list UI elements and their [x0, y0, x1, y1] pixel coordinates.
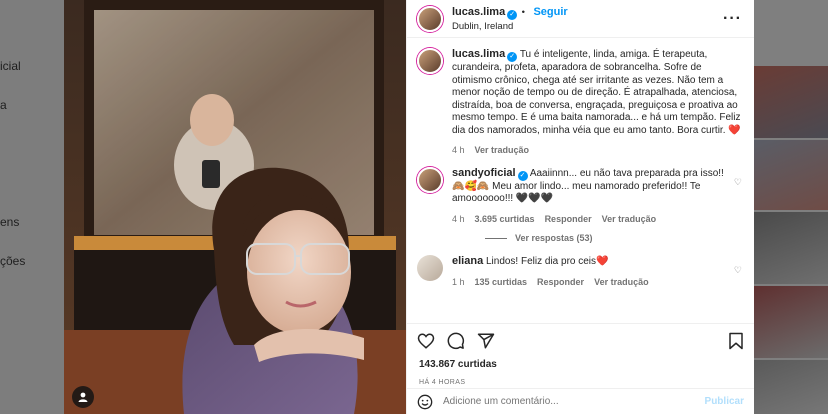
background-thumbnail [754, 140, 828, 210]
post-timestamp: HÁ 4 HORAS [419, 379, 466, 386]
user-icon [78, 392, 88, 402]
comment-item: sandyoficial ✓ Aaaiinnn... eu não tava pr… [417, 166, 742, 226]
comment-age[interactable]: 1 h [452, 276, 465, 289]
verified-badge-icon: ✓ [517, 170, 528, 181]
heart-icon[interactable] [417, 332, 435, 350]
background-nav-fragment: a [0, 98, 7, 112]
caption-username[interactable]: lucas.lima [452, 48, 505, 60]
verified-badge-icon: ✓ [507, 52, 518, 62]
post-photo[interactable] [64, 0, 406, 414]
post-actions-bar [407, 323, 754, 358]
background-thumbnail [754, 212, 828, 284]
author-avatar[interactable] [417, 5, 443, 32]
background-nav-fragment: ens [0, 215, 20, 229]
follow-button[interactable]: Seguir [533, 6, 567, 18]
translate-link[interactable]: Ver tradução [602, 213, 657, 226]
comment-input[interactable] [443, 396, 705, 407]
post-modal: lucas.lima ✓ • Seguir Dublin, Ireland ···… [64, 0, 754, 414]
author-username[interactable]: lucas.lima [452, 6, 505, 18]
emoji-icon[interactable] [417, 394, 433, 410]
replies-divider [485, 237, 507, 239]
background-nav-fragment: icial [0, 59, 21, 73]
background-feed-thumbnails [754, 0, 828, 414]
background-thumbnail [754, 286, 828, 358]
publish-button[interactable]: Publicar [705, 396, 744, 407]
post-details-panel: lucas.lima ✓ • Seguir Dublin, Ireland ···… [406, 0, 754, 414]
share-icon[interactable] [477, 332, 495, 350]
caption-text: Tu é inteligente, linda, amiga. É terape… [452, 49, 744, 136]
commenter-avatar[interactable] [417, 255, 443, 281]
reply-button[interactable]: Responder [537, 276, 584, 289]
caption: lucas.lima ✓ Tu é inteligente, linda, ami… [417, 48, 742, 157]
post-photo-illustration [64, 0, 406, 414]
comment-composer: Publicar [407, 388, 754, 414]
more-horizontal-icon[interactable]: ··· [723, 10, 742, 28]
likes-count[interactable]: 143.867 curtidas [419, 359, 497, 370]
comment-likes[interactable]: 135 curtidas [475, 276, 528, 289]
comments-list[interactable]: lucas.lima ✓ Tu é inteligente, linda, ami… [407, 38, 754, 323]
translate-link[interactable]: Ver tradução [475, 144, 530, 157]
background-sidebar: icial a ens ções [0, 0, 64, 414]
background-thumbnail [754, 360, 828, 414]
comment-icon[interactable] [447, 332, 465, 350]
verified-badge-icon: ✓ [507, 10, 518, 20]
like-comment-heart-icon[interactable]: ♡ [730, 167, 742, 226]
author-avatar[interactable] [417, 48, 443, 74]
comment-username[interactable]: eliana [452, 255, 483, 267]
view-replies-button[interactable]: Ver respostas (53) [485, 233, 742, 243]
bookmark-icon[interactable] [728, 332, 744, 350]
post-header: lucas.lima ✓ • Seguir Dublin, Ireland ··· [407, 0, 754, 38]
reply-button[interactable]: Responder [545, 213, 592, 226]
view-replies-label: Ver respostas (53) [515, 233, 593, 243]
commenter-avatar[interactable] [417, 166, 443, 193]
comment-likes[interactable]: 3.695 curtidas [475, 213, 535, 226]
background-nav-fragment: ções [0, 254, 26, 268]
comment-text: Lindos! Feliz dia pro ceis❤️ [485, 256, 609, 267]
post-location[interactable]: Dublin, Ireland [452, 20, 568, 33]
comment-age[interactable]: 4 h [452, 213, 465, 226]
background-thumbnail [754, 66, 828, 138]
tagged-users-button[interactable] [72, 386, 94, 408]
translate-link[interactable]: Ver tradução [594, 276, 649, 289]
separator-dot: • [521, 7, 525, 18]
caption-age[interactable]: 4 h [452, 144, 465, 157]
comment-item: eliana Lindos! Feliz dia pro ceis❤️ 1 h … [417, 255, 742, 288]
like-comment-heart-icon[interactable]: ♡ [730, 255, 742, 288]
comment-username[interactable]: sandyoficial [452, 167, 516, 179]
